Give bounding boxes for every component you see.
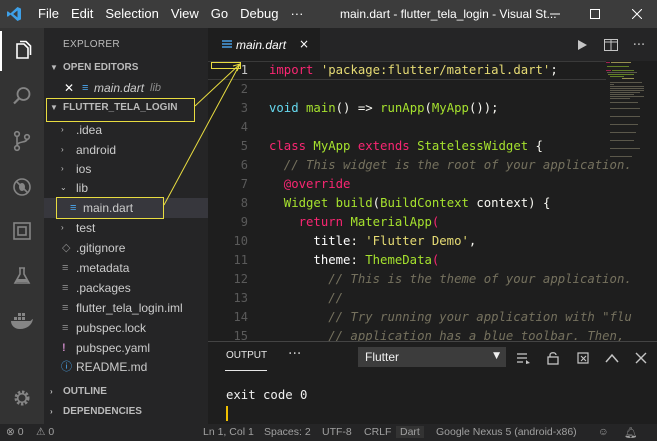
annotation-arrows (163, 63, 241, 206)
